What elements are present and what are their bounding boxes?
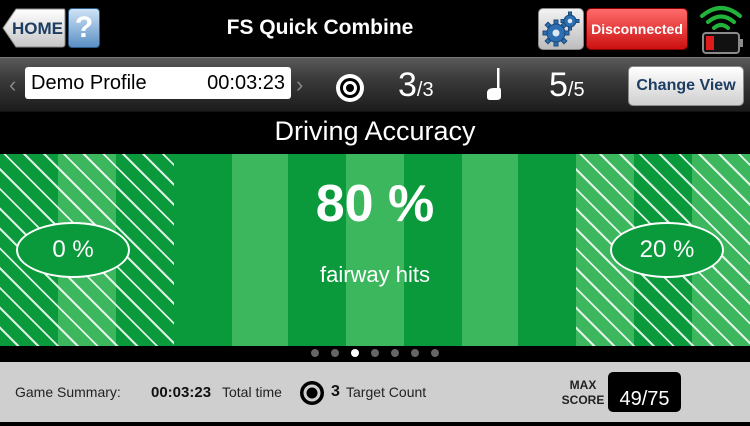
page-dot[interactable] [371,349,379,357]
battery-low-icon [702,32,743,54]
game-summary-bar: Game Summary: 00:03:23 Total time 3 Targ… [0,362,750,422]
page-indicator[interactable] [0,346,750,360]
max-score-value: 49/75 [608,372,681,412]
summary-target-count: 3 [331,383,340,400]
right-miss-percentage: 20 % [610,222,724,278]
fairway-percentage: 80 % [315,175,435,233]
settings-button[interactable] [538,8,584,50]
summary-label: Game Summary: [15,384,121,400]
page-dot[interactable] [351,349,359,357]
target-counter: 3/3 [398,66,434,105]
elapsed-time: 00:03:23 [207,72,285,94]
shot-counter: 5/5 [549,66,585,105]
gears-icon [542,11,580,47]
chevron-left-icon[interactable]: ‹ [9,72,16,98]
shots-done: 5 [549,66,568,104]
summary-total-time: 00:03:23 [151,384,212,401]
summary-total-time-label: Total time [222,384,282,400]
max-score-label-line1: MAX [569,378,597,392]
device-status [694,2,748,56]
targets-total: /3 [416,79,434,101]
connection-status-button[interactable]: Disconnected [586,8,688,50]
profile-name: Demo Profile [31,72,147,94]
target-icon [336,74,364,102]
fairway-label: fairway hits [319,262,431,287]
golf-club-icon [487,68,501,100]
targets-done: 3 [398,66,417,104]
target-icon [300,381,324,405]
profile-bar: ‹ Demo Profile 00:03:23 › 3/3 5/5 Change… [0,57,750,112]
change-view-button[interactable]: Change View [628,66,744,106]
page-dot[interactable] [391,349,399,357]
max-score-label: MAX SCORE [558,378,608,408]
page-dot[interactable] [311,349,319,357]
page-dot[interactable] [331,349,339,357]
left-miss-percentage: 0 % [16,222,130,278]
chevron-right-icon[interactable]: › [296,72,303,98]
panel-title: Driving Accuracy [274,116,476,146]
page-dot[interactable] [411,349,419,357]
page-dot[interactable] [431,349,439,357]
shots-total: /5 [567,79,585,101]
profile-selector[interactable]: Demo Profile 00:03:23 [25,67,291,99]
summary-target-count-label: Target Count [346,384,427,400]
max-score-label-line2: SCORE [561,393,605,407]
top-bar: HOME ? FS Quick Combine Disconnected [0,0,750,57]
